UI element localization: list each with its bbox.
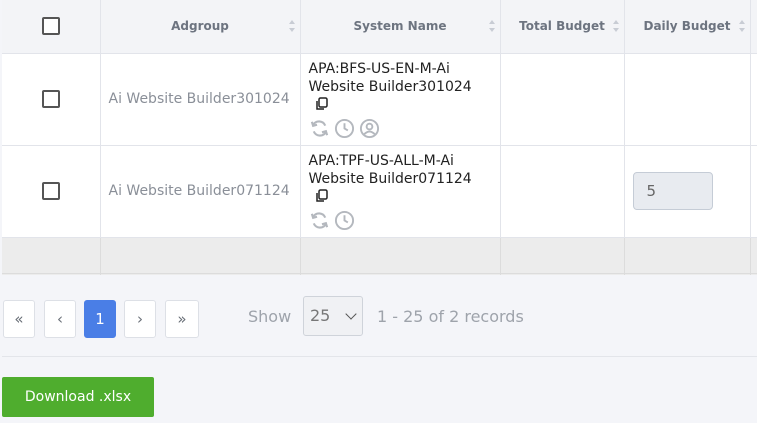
header-row: Adgroup System Name Total Budget Daily B… (2, 0, 757, 54)
col-header-system-name[interactable]: System Name (300, 0, 501, 54)
copy-icon[interactable] (315, 188, 329, 203)
clock-icon[interactable] (334, 210, 355, 231)
total-budget-cell (500, 53, 625, 146)
user-icon[interactable] (359, 118, 380, 139)
sync-icon[interactable] (309, 118, 330, 139)
adgroup-cell: Ai Website Builder071124 (100, 145, 301, 238)
pagination-bar: « ‹ 1 › » Show 25 1 - 25 of 2 records (2, 275, 757, 357)
daily-budget-cell: 5 (624, 145, 751, 238)
system-name-cell: APA:BFS-US-EN-M-Ai Website Builder301024 (300, 53, 501, 146)
adgroup-table: Adgroup System Name Total Budget Daily B… (2, 0, 757, 275)
col-header-adgroup[interactable]: Adgroup (100, 0, 301, 54)
row-checkbox[interactable] (41, 90, 60, 108)
table-row: Ai Website Builder301024 APA:BFS-US-EN-M… (2, 53, 757, 146)
overflow-cell (750, 53, 757, 146)
system-name-line2-wrap: Website Builder301024 (309, 78, 492, 114)
system-name-line2-wrap: Website Builder071124 (309, 170, 492, 206)
adgroup-cell: Ai Website Builder301024 (100, 53, 301, 146)
col-header-daily-budget[interactable]: Daily Budget (624, 0, 751, 54)
download-xlsx-button[interactable]: Download .xlsx (2, 377, 154, 417)
select-all-checkbox[interactable] (41, 17, 60, 36)
system-name-line1: APA:TPF-US-ALL-M-Ai (308, 152, 454, 169)
data-grid: Adgroup System Name Total Budget Daily B… (2, 0, 757, 275)
total-budget-cell (500, 145, 625, 238)
daily-budget-input[interactable]: 5 (632, 172, 713, 210)
show-label: Show (248, 307, 292, 326)
sort-icon[interactable] (738, 20, 746, 32)
records-count: 1 - 25 of 2 records (377, 307, 524, 326)
chevron-down-icon (345, 308, 357, 320)
system-name-line2: Website Builder301024 (308, 78, 472, 95)
table-row: Ai Website Builder071124 APA:TPF-US-ALL-… (2, 145, 757, 238)
col-header-total-budget[interactable]: Total Budget (500, 0, 625, 54)
empty-row (2, 237, 757, 274)
select-all-header (2, 0, 101, 54)
col-header-overflow (750, 0, 757, 54)
system-name-line2: Website Builder071124 (308, 170, 472, 187)
row-action-icons (309, 210, 492, 231)
sort-icon[interactable] (612, 20, 620, 32)
first-page-button[interactable]: « (3, 300, 35, 338)
sort-icon[interactable] (288, 20, 296, 32)
prev-page-button[interactable]: ‹ (44, 300, 76, 338)
row-checkbox[interactable] (41, 182, 60, 200)
next-page-button[interactable]: › (124, 300, 156, 338)
overflow-cell (750, 145, 757, 238)
row-select-cell (2, 53, 101, 146)
copy-icon[interactable] (315, 96, 329, 111)
last-page-button[interactable]: » (165, 300, 199, 338)
row-select-cell (2, 145, 101, 238)
per-page-select[interactable]: 25 (303, 296, 363, 336)
daily-budget-cell (624, 53, 751, 146)
sort-icon[interactable] (488, 20, 496, 32)
per-page-value: 25 (310, 306, 331, 325)
system-name-line1: APA:BFS-US-EN-M-Ai (308, 60, 450, 77)
row-action-icons (309, 118, 492, 139)
sync-icon[interactable] (309, 210, 330, 231)
clock-icon[interactable] (334, 118, 355, 139)
system-name-cell: APA:TPF-US-ALL-M-Ai Website Builder07112… (300, 145, 501, 238)
page-1-button[interactable]: 1 (84, 300, 116, 338)
